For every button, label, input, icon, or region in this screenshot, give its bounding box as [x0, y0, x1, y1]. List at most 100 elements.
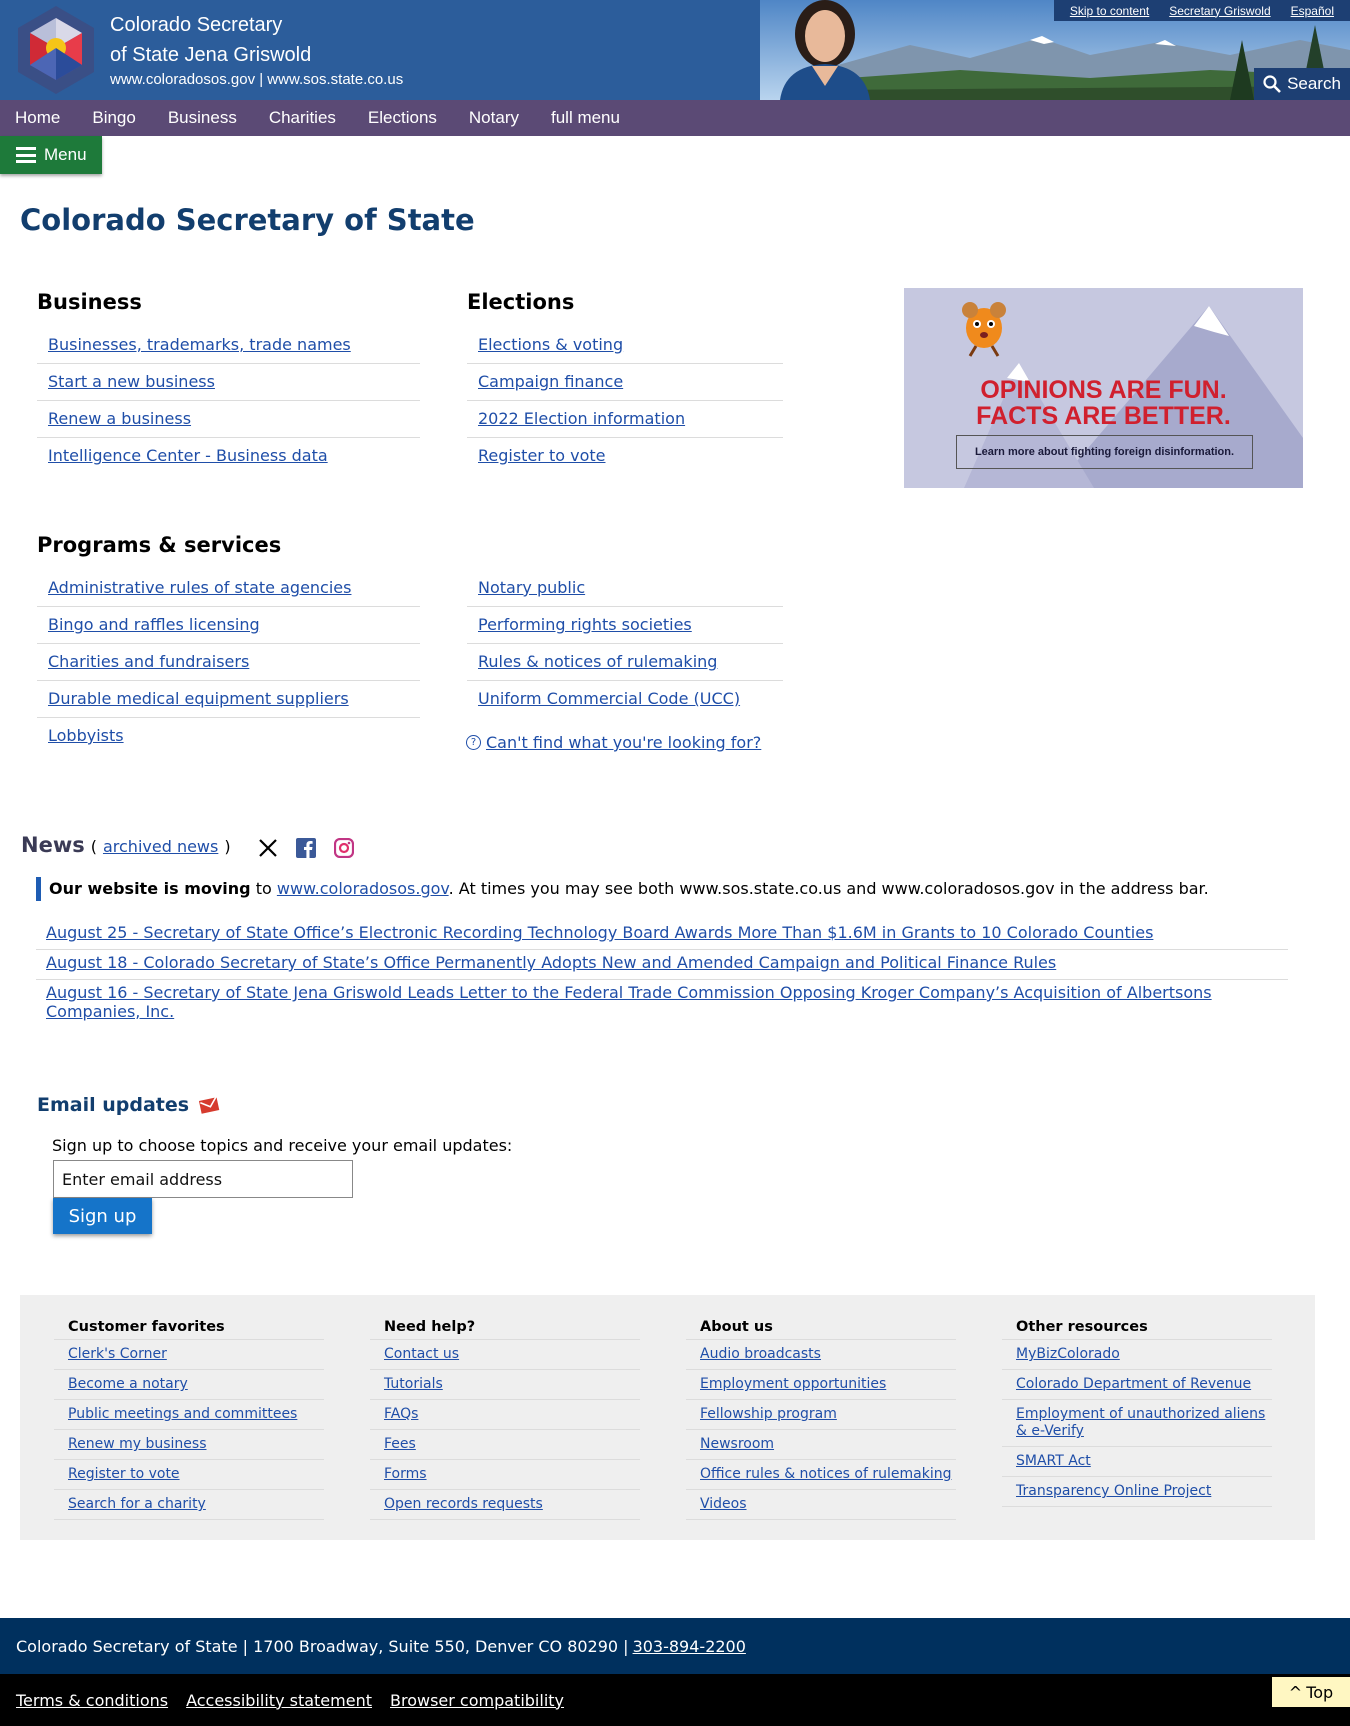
footer-link[interactable]: FAQs [384, 1406, 418, 1422]
nav-bingo[interactable]: Bingo [92, 108, 135, 128]
program-link[interactable]: Notary public [478, 578, 585, 597]
browser-compat-link[interactable]: Browser compatibility [390, 1691, 564, 1710]
program-link[interactable]: Administrative rules of state agencies [48, 578, 351, 597]
list-item: Rules & notices of rulemaking [467, 644, 783, 681]
footer-link[interactable]: Renew my business [68, 1436, 207, 1452]
skip-to-content-link[interactable]: Skip to content [1070, 4, 1149, 18]
question-circle-icon: ? [466, 735, 481, 750]
site-title[interactable]: Colorado Secretary of State Jena Griswol… [110, 10, 430, 70]
elections-link[interactable]: 2022 Election information [478, 409, 685, 428]
list-item: Lobbyists [37, 718, 420, 755]
list-item: Register to vote [467, 438, 783, 475]
paren-open: ( [90, 837, 97, 856]
footer-link[interactable]: Fellowship program [700, 1406, 837, 1422]
nav-charities[interactable]: Charities [269, 108, 336, 128]
program-link[interactable]: Performing rights societies [478, 615, 692, 634]
phone-link[interactable]: 303-894-2200 [633, 1637, 746, 1656]
cant-find-link[interactable]: Can't find what you're looking for? [486, 733, 761, 752]
email-field[interactable] [53, 1160, 353, 1198]
footer-link[interactable]: Transparency Online Project [1016, 1483, 1211, 1499]
footer-link[interactable]: Videos [700, 1496, 747, 1512]
list-item: Employment opportunities [686, 1369, 956, 1399]
footer-link[interactable]: SMART Act [1016, 1453, 1091, 1469]
footer-link[interactable]: Colorado Department of Revenue [1016, 1376, 1251, 1392]
list-item: Forms [370, 1459, 640, 1489]
menu-button[interactable]: Menu [0, 136, 102, 174]
footer-link[interactable]: Register to vote [68, 1466, 180, 1482]
footer-link[interactable]: Employment of unauthorized aliens & e-Ve… [1016, 1406, 1265, 1439]
programs-right-links: Notary public Performing rights societie… [467, 570, 783, 718]
disinformation-promo[interactable]: OPINIONS ARE FUN. FACTS ARE BETTER. Lear… [904, 288, 1303, 488]
instagram-icon[interactable] [332, 836, 356, 860]
footer-link[interactable]: Become a notary [68, 1376, 188, 1392]
nav-elections[interactable]: Elections [368, 108, 437, 128]
accessibility-link[interactable]: Accessibility statement [186, 1691, 372, 1710]
program-link[interactable]: Charities and fundraisers [48, 652, 249, 671]
x-twitter-icon[interactable] [256, 836, 280, 860]
elections-link[interactable]: Register to vote [478, 446, 605, 465]
list-item: Start a new business [37, 364, 420, 401]
promo-cta[interactable]: Learn more about fighting foreign disinf… [956, 435, 1253, 469]
news-link[interactable]: August 25 - Secretary of State Office’s … [46, 923, 1153, 942]
list-item: Notary public [467, 570, 783, 607]
nav-notary[interactable]: Notary [469, 108, 519, 128]
list-item: Newsroom [686, 1429, 956, 1459]
signup-button[interactable]: Sign up [53, 1198, 152, 1234]
promo-headline-2: FACTS ARE BETTER. [976, 402, 1231, 430]
list-item: Administrative rules of state agencies [37, 570, 420, 607]
footer-col-heading: Other resources [1016, 1319, 1148, 1335]
site-urls: www.coloradosos.gov | www.sos.state.co.u… [110, 71, 404, 88]
footer-link[interactable]: Search for a charity [68, 1496, 206, 1512]
footer-link[interactable]: Tutorials [384, 1376, 443, 1392]
footer-link[interactable]: MyBizColorado [1016, 1346, 1120, 1362]
nav-business[interactable]: Business [168, 108, 237, 128]
business-link[interactable]: Start a new business [48, 372, 215, 391]
list-item: SMART Act [1002, 1446, 1272, 1476]
back-to-top-button[interactable]: ^ Top [1272, 1677, 1350, 1707]
footer-col-heading: Customer favorites [68, 1319, 225, 1335]
notice-rest: . At times you may see both www.sos.stat… [448, 879, 1209, 898]
caret-up-icon: ^ [1288, 1682, 1303, 1702]
footer-link[interactable]: Public meetings and committees [68, 1406, 297, 1422]
footer-link[interactable]: Open records requests [384, 1496, 543, 1512]
business-link[interactable]: Intelligence Center - Business data [48, 446, 328, 465]
program-link[interactable]: Rules & notices of rulemaking [478, 652, 717, 671]
facebook-icon[interactable] [294, 836, 318, 860]
elections-link[interactable]: Elections & voting [478, 335, 623, 354]
footer-col-heading: About us [700, 1319, 773, 1335]
business-link[interactable]: Businesses, trademarks, trade names [48, 335, 351, 354]
news-link[interactable]: August 18 - Colorado Secretary of State’… [46, 953, 1056, 972]
news-list: August 25 - Secretary of State Office’s … [36, 920, 1288, 1028]
coloradosos-link[interactable]: www.coloradosos.gov [277, 879, 449, 898]
footer-link[interactable]: Employment opportunities [700, 1376, 886, 1392]
archived-news-link[interactable]: archived news [103, 837, 218, 856]
program-link[interactable]: Lobbyists [48, 726, 124, 745]
elections-link[interactable]: Campaign finance [478, 372, 623, 391]
news-link[interactable]: August 16 - Secretary of State Jena Gris… [46, 983, 1212, 1021]
list-item: Videos [686, 1489, 956, 1520]
colorado-sos-logo[interactable] [14, 4, 98, 96]
business-link[interactable]: Renew a business [48, 409, 191, 428]
nav-full-menu[interactable]: full menu [551, 108, 620, 128]
program-link[interactable]: Durable medical equipment suppliers [48, 689, 349, 708]
utility-links: Skip to content Secretary Griswold Españ… [1053, 0, 1350, 21]
email-updates-title: Email updates [37, 1094, 190, 1116]
footer-link[interactable]: Contact us [384, 1346, 459, 1362]
footer-link[interactable]: Office rules & notices of rulemaking [700, 1466, 951, 1482]
footer-link[interactable]: Forms [384, 1466, 427, 1482]
search-button[interactable]: Search [1254, 68, 1350, 100]
footer-link[interactable]: Fees [384, 1436, 416, 1452]
site-header: Colorado Secretary of State Jena Griswol… [0, 0, 1350, 100]
terms-link[interactable]: Terms & conditions [16, 1691, 168, 1710]
business-links: Businesses, trademarks, trade names Star… [37, 327, 420, 475]
secretary-griswold-link[interactable]: Secretary Griswold [1169, 4, 1270, 18]
list-item: Office rules & notices of rulemaking [686, 1459, 956, 1489]
nav-home[interactable]: Home [15, 108, 60, 128]
program-link[interactable]: Bingo and raffles licensing [48, 615, 260, 634]
footer-link[interactable]: Newsroom [700, 1436, 774, 1452]
list-item: Campaign finance [467, 364, 783, 401]
program-link[interactable]: Uniform Commercial Code (UCC) [478, 689, 740, 708]
footer-link[interactable]: Clerk's Corner [68, 1346, 167, 1362]
espanol-link[interactable]: Español [1291, 4, 1334, 18]
footer-link[interactable]: Audio broadcasts [700, 1346, 821, 1362]
